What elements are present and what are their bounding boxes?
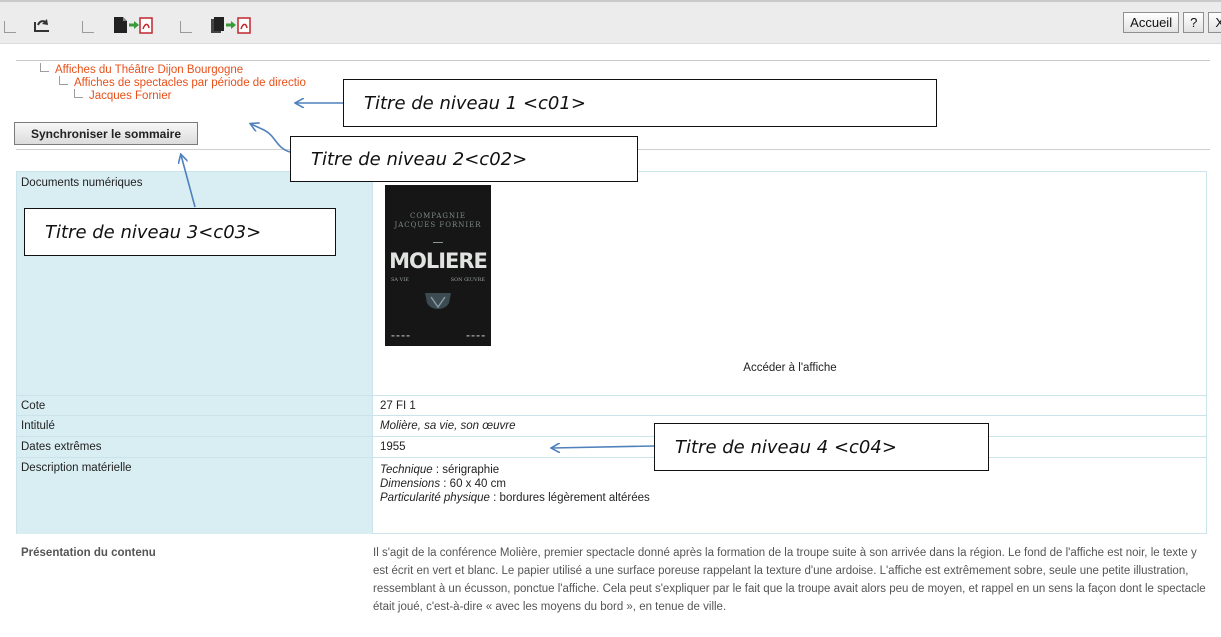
divider (16, 60, 1210, 61)
table-row-intitule: Intitulé Molière, sa vie, son œuvre (17, 416, 1206, 437)
tree-item-level-3[interactable]: Jacques Fornier (74, 89, 171, 102)
field-label: Intitulé (17, 416, 373, 436)
tree-corner-icon (59, 76, 68, 85)
arrow-level-2 (251, 124, 291, 153)
annotation-level-2: Titre de niveau 2<c02> (290, 136, 638, 182)
poster-rule (433, 242, 443, 243)
table-row-description: Description matérielle Technique : sérig… (17, 458, 1206, 534)
help-button[interactable]: ? (1183, 12, 1205, 33)
tree-corner-icon (40, 63, 49, 72)
tree-corner-icon (180, 21, 192, 33)
tree-corner-icon (82, 21, 94, 33)
poster-thumbnail[interactable]: COMPAGNIE JACQUES FORNIER MOLIERE SA VIE S… (385, 185, 491, 346)
presentation-label: Présentation du contenu (21, 547, 156, 559)
tree-item-label[interactable]: Affiches de spectacles par période de di… (74, 77, 306, 89)
presentation-text: Il s'agit de la conférence Molière, prem… (373, 547, 1206, 613)
tree-item-level-1[interactable]: Affiches du Théâtre Dijon Bourgogne (40, 63, 243, 76)
toolbar: Accueil ? X (0, 0, 1221, 44)
poster-subtitle: SA VIE SON ŒUVRE (391, 277, 485, 283)
poster-company: COMPAGNIE JACQUES FORNIER (394, 212, 482, 229)
field-label: Dates extrêmes (17, 437, 373, 457)
access-poster-link[interactable]: Accéder à l'affiche (374, 362, 1206, 374)
export-all-pdf-icon[interactable] (210, 16, 252, 34)
tree-item-label[interactable]: Affiches du Théâtre Dijon Bourgogne (55, 64, 243, 76)
poster-title: MOLIERE (389, 249, 488, 273)
annotation-level-4: Titre de niveau 4 <c04> (654, 423, 989, 471)
top-links: Accueil ? X (1123, 12, 1221, 33)
field-label: Description matérielle (17, 458, 373, 534)
tree-corner-icon (74, 89, 83, 98)
refresh-icon[interactable] (32, 16, 52, 34)
annotation-level-3: Titre de niveau 3<c03> (24, 208, 336, 256)
field-label: Cote (17, 396, 373, 415)
field-value: 27 FI 1 (380, 400, 416, 412)
table-row-dates: Dates extrêmes 1955 (17, 437, 1206, 458)
description-line: Dimensions : 60 x 40 cm (380, 478, 506, 490)
poster-credits: ▬ ▬ ▬ ▬ ▬ ▬ ▬ ▬ (391, 333, 485, 338)
export-pdf-icon[interactable] (112, 16, 154, 34)
field-label: Documents numériques (17, 172, 373, 395)
description-line: Particularité physique : bordures légère… (380, 492, 650, 504)
tree-corner-icon (4, 21, 16, 33)
close-button[interactable]: X (1208, 12, 1221, 33)
tree-item-label[interactable]: Jacques Fornier (89, 90, 171, 102)
tree-item-level-2[interactable]: Affiches de spectacles par période de di… (59, 76, 306, 89)
shield-icon (425, 293, 451, 309)
sync-summary-button[interactable]: Synchroniser le sommaire (14, 122, 198, 145)
table-row-cote: Cote 27 FI 1 (17, 396, 1206, 416)
annotation-level-1: Titre de niveau 1 <c01> (343, 79, 937, 127)
home-button[interactable]: Accueil (1123, 12, 1180, 33)
